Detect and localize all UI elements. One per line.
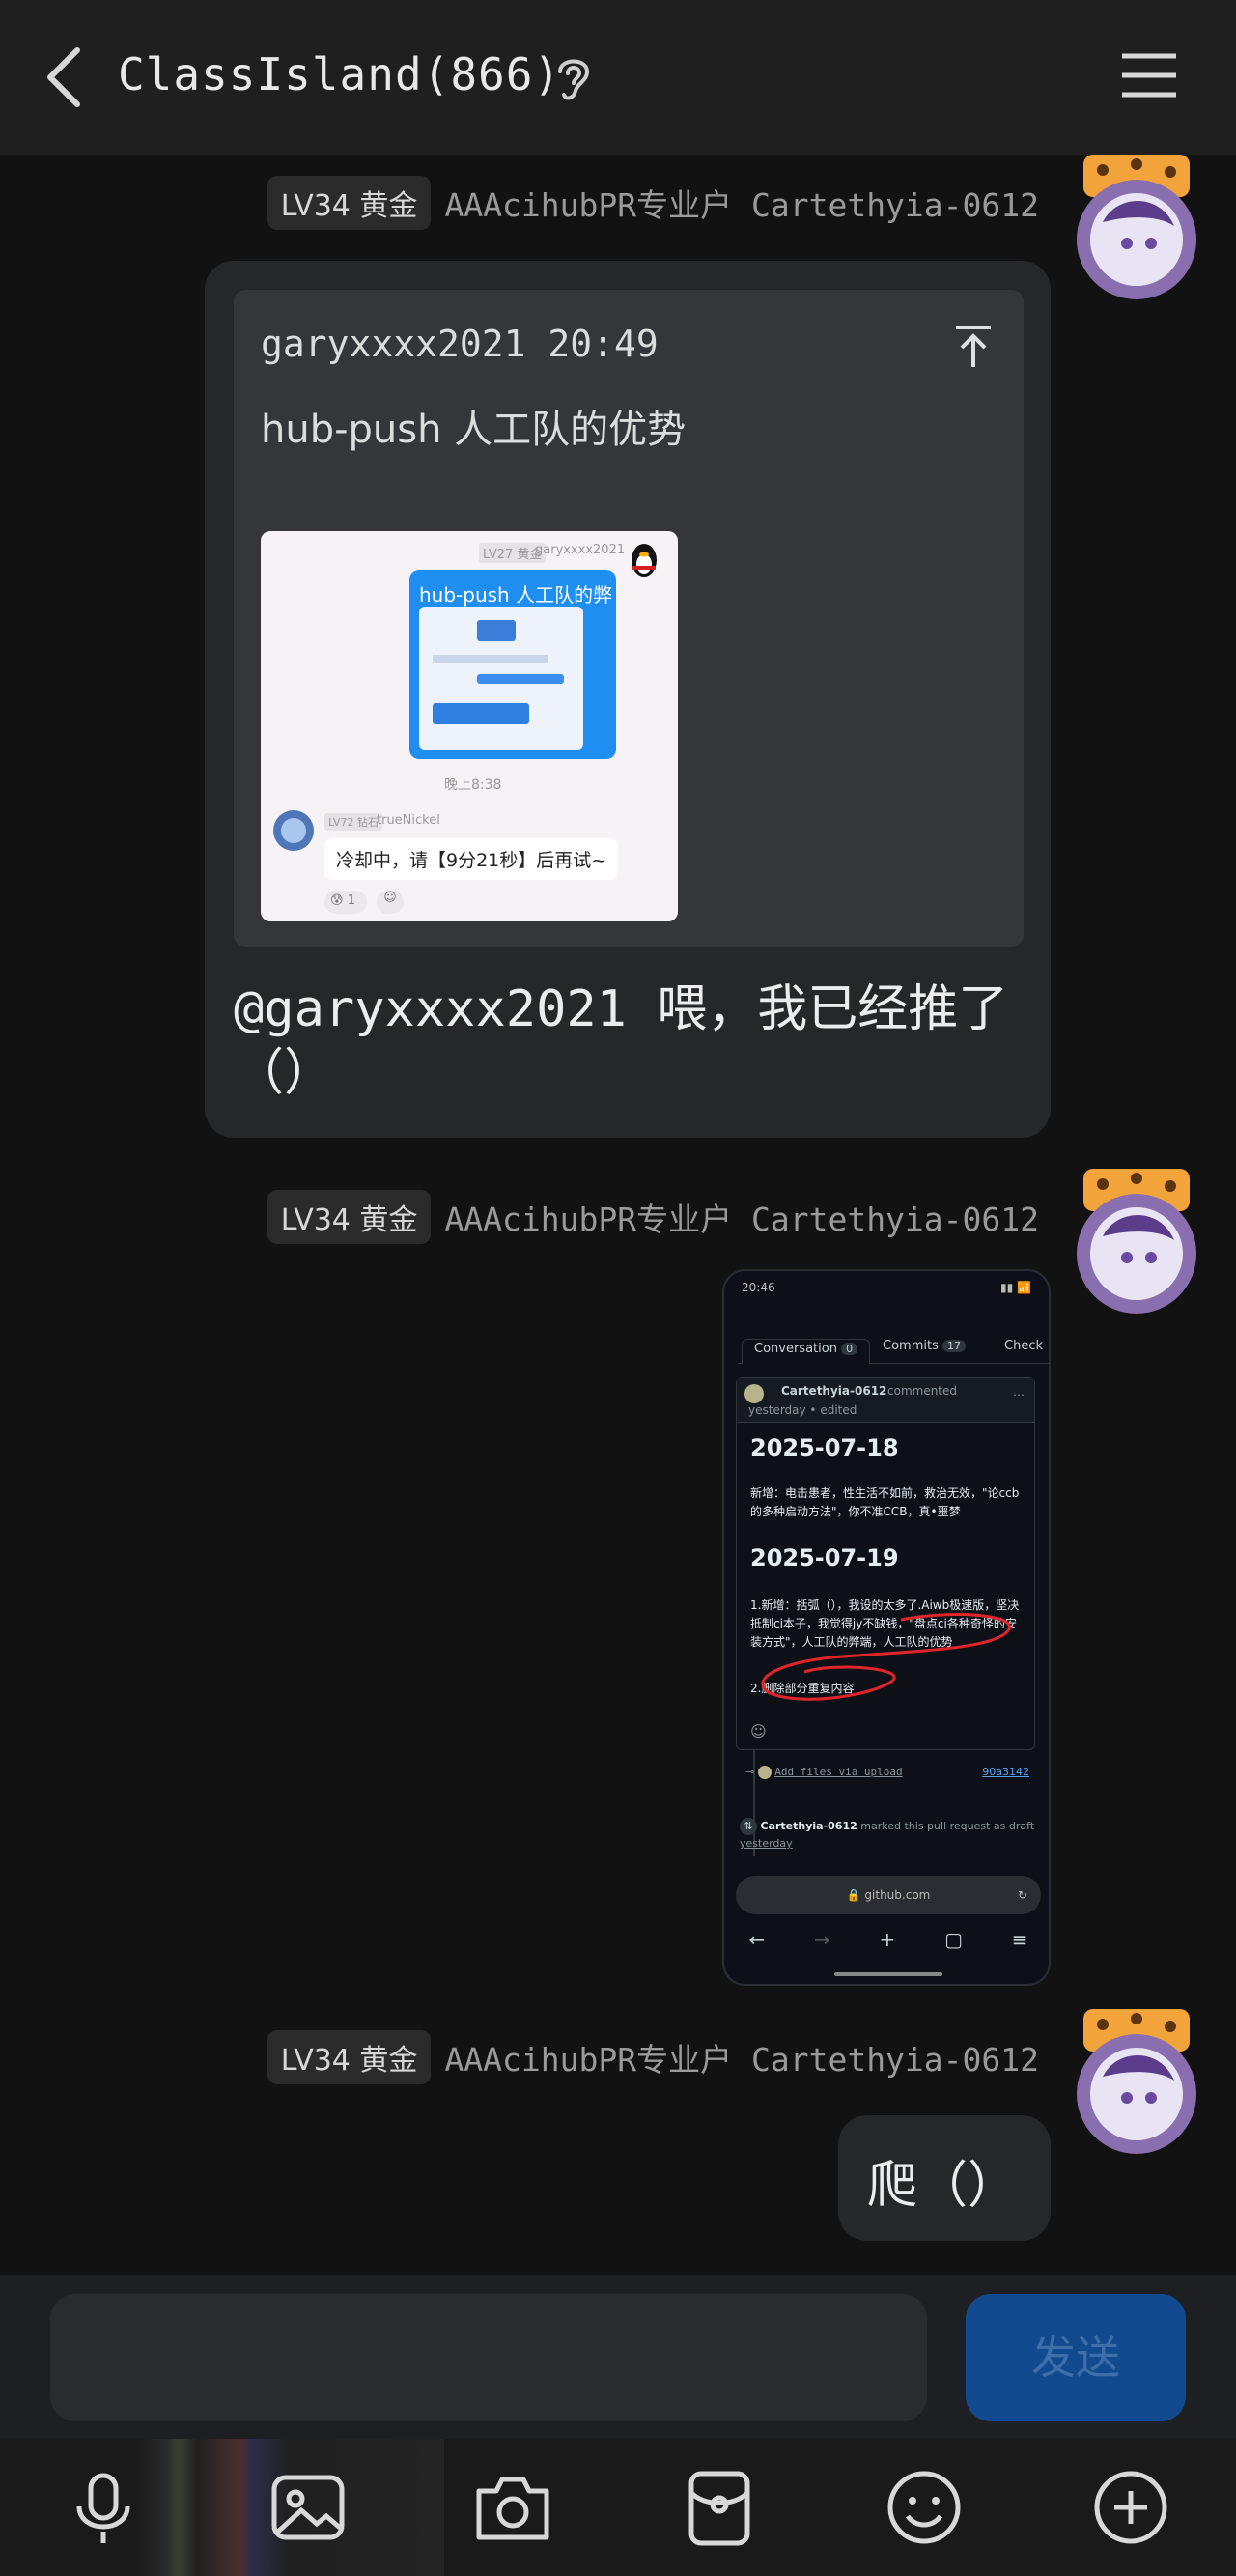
level-badge: LV34 黄金: [267, 176, 432, 230]
status-icons: ▮▮ 📶: [1000, 1281, 1031, 1294]
phone-status-bar: 20:46 ▮▮ 📶: [724, 1271, 1049, 1304]
timeline-event: ⇅ Cartethyia-0612 marked this pull reque…: [740, 1818, 1035, 1850]
chat-title: ClassIsland(866): [118, 48, 562, 100]
jump-to-quote-icon[interactable]: [954, 325, 993, 369]
quote-message-bubble[interactable]: garyxxxx2021 20:49 hub-push 人工队的优势 LV27 …: [205, 261, 1051, 1138]
screenshot-image-message[interactable]: 20:46 ▮▮ 📶 Conversation 0 Commits 17 Che…: [722, 1269, 1051, 1986]
sender-name[interactable]: AAAcihubPR专业户 Cartethyia-0612: [444, 2034, 1039, 2081]
message-header: LV34 黄金 AAAcihubPR专业户 Cartethyia-0612: [267, 1190, 1039, 1244]
red-scribble: [761, 1613, 1011, 1701]
draft-icon: ⇅: [740, 1818, 757, 1835]
thumb-time: 晚上8:38: [444, 778, 502, 793]
emoji-icon: [887, 2471, 961, 2544]
back-button[interactable]: [39, 42, 97, 112]
tab-conversation: Conversation 0: [742, 1339, 871, 1364]
browser-back-icon: ←: [748, 1928, 766, 1951]
more-button[interactable]: [1087, 2464, 1174, 2551]
send-button[interactable]: 发送: [966, 2294, 1186, 2421]
avatar[interactable]: [1074, 155, 1199, 299]
reload-icon: ↻: [1017, 1888, 1027, 1902]
message-bubble[interactable]: 爬（）: [838, 2115, 1051, 2241]
camera-button[interactable]: [469, 2464, 556, 2551]
hamburger-menu-button[interactable]: [1120, 50, 1178, 100]
message-text: @garyxxxx2021 喂，我已经推了（）: [234, 980, 1009, 1102]
thumb-reply-text: 冷却中，请【9分21秒】后再试~: [324, 838, 619, 880]
voice-button[interactable]: [60, 2464, 147, 2551]
thumb-sender: garyxxxx2021: [535, 543, 626, 557]
tab-checks: Check: [1004, 1339, 1043, 1353]
commenter-avatar: [744, 1384, 764, 1403]
bottom-toolbar: [0, 2439, 1236, 2576]
thumb-reaction: 😰 1: [324, 891, 367, 914]
thumb-reply-badge: LV72 钻石: [324, 813, 382, 831]
input-bar: 发送: [0, 2275, 1236, 2439]
pr-tabs: Conversation 0 Commits 17 Check: [738, 1331, 1049, 1364]
plus-circle-icon: [1094, 2471, 1167, 2544]
ear-icon[interactable]: [552, 52, 595, 104]
thumb-reply-sender: trueNickel: [377, 813, 440, 828]
message-header: LV34 黄金 AAAcihubPR专业户 Cartethyia-0612: [267, 2030, 1039, 2084]
message-input[interactable]: [50, 2294, 927, 2421]
quoted-author-time: garyxxxx2021 20:49: [261, 323, 659, 365]
timeline-commit: ⊸ Add files via upload 90a3142: [745, 1766, 1029, 1779]
camera-icon: [476, 2477, 549, 2540]
browser-forward-icon: →: [813, 1928, 830, 1951]
quoted-text: hub-push 人工队的优势: [261, 408, 687, 452]
thumb-avatar: [273, 810, 314, 851]
browser-url-bar: 🔒 github.com ↻: [736, 1876, 1041, 1914]
comment-heading-2: 2025-07-19: [750, 1544, 899, 1571]
emoji-button[interactable]: [881, 2464, 968, 2551]
more-options-icon: ⋯: [1013, 1388, 1025, 1401]
browser-new-tab-icon: +: [879, 1928, 896, 1951]
chevron-left-icon: [47, 47, 80, 107]
comment-paragraph-1: 新增：电击患者，性生活不如前，救治无效，"论ccb的多种启动方法"，你不准CCB…: [750, 1486, 1020, 1518]
message-header: LV34 黄金 AAAcihubPR专业户 Cartethyia-0612: [267, 176, 1039, 230]
level-badge: LV34 黄金: [267, 2030, 432, 2084]
image-button[interactable]: [265, 2464, 351, 2551]
message-text: 爬（）: [867, 2157, 1019, 2215]
comment-header: Cartethyia-0612 commented yesterday • ed…: [737, 1378, 1034, 1423]
avatar[interactable]: [1074, 2009, 1199, 2154]
chat-area[interactable]: LV34 黄金 AAAcihubPR专业户 Cartethyia-0612 ga…: [0, 155, 1236, 2275]
comment-heading-1: 2025-07-18: [750, 1434, 899, 1461]
quoted-message[interactable]: garyxxxx2021 20:49 hub-push 人工队的优势 LV27 …: [234, 290, 1024, 947]
browser-nav-bar: ← → + ▢ ≡: [724, 1928, 1049, 1951]
image-icon: [271, 2475, 345, 2540]
red-packet-icon: [688, 2471, 750, 2546]
hamburger-menu-icon: [1122, 53, 1176, 98]
quoted-image[interactable]: LV27 黄金 garyxxxx2021 hub-push 人工队的弊端: [261, 531, 678, 921]
browser-tabs-icon: ▢: [944, 1928, 963, 1951]
qq-penguin-icon: [632, 544, 657, 577]
pr-comment: Cartethyia-0612 commented yesterday • ed…: [736, 1377, 1035, 1750]
microphone-icon: [76, 2473, 130, 2543]
thumb-card: hub-push 人工队的弊端: [409, 570, 616, 759]
red-packet-button[interactable]: [676, 2464, 763, 2551]
avatar[interactable]: [1074, 1169, 1199, 1314]
sender-name[interactable]: AAAcihubPR专业户 Cartethyia-0612: [444, 1194, 1039, 1240]
home-indicator: [834, 1972, 942, 1976]
add-reaction-icon: ☺: [377, 891, 404, 914]
tab-commits: Commits 17: [883, 1339, 966, 1353]
commit-icon: ⊸: [745, 1766, 755, 1778]
thumb-inner-screenshot: [419, 607, 583, 750]
reaction-emoji-icon: 😰: [330, 893, 344, 908]
lock-icon: 🔒: [846, 1888, 861, 1902]
sender-name[interactable]: AAAcihubPR专业户 Cartethyia-0612: [444, 180, 1039, 226]
top-bar: ClassIsland(866): [0, 0, 1236, 155]
level-badge: LV34 黄金: [267, 1190, 432, 1244]
browser-menu-icon: ≡: [1011, 1928, 1028, 1951]
add-reaction-icon: ☺: [750, 1722, 767, 1741]
